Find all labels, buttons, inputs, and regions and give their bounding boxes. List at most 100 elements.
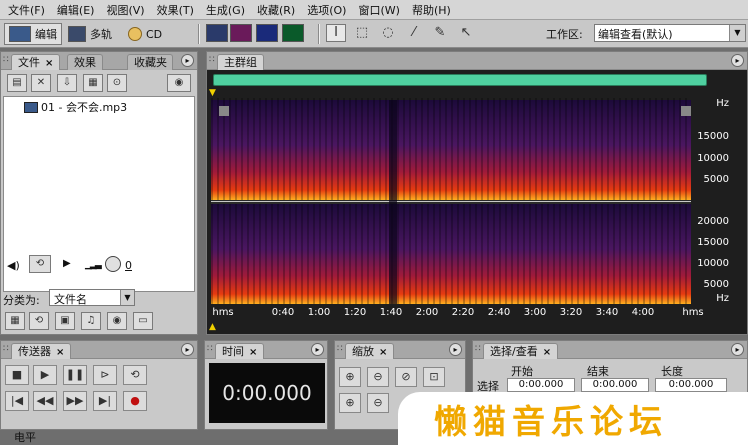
filter-video-icon[interactable]: ▣ bbox=[55, 312, 75, 330]
menu-view[interactable]: 视图(V) bbox=[100, 2, 150, 18]
loop-play-button[interactable]: ⟲ bbox=[123, 365, 147, 385]
zoom-selection-icon[interactable]: ⊡ bbox=[423, 367, 445, 387]
overview-bar[interactable] bbox=[213, 74, 707, 86]
spectral-view-button[interactable] bbox=[230, 24, 252, 42]
tab-time[interactable]: 时间 × bbox=[215, 343, 265, 359]
pause-button[interactable]: ❚❚ bbox=[63, 365, 87, 385]
time-tick: 1:00 bbox=[307, 307, 331, 318]
playhead-start-marker-icon[interactable]: ▼ bbox=[209, 88, 216, 98]
multitrack-mode-button[interactable]: 多轨 bbox=[64, 23, 116, 45]
insert-cd-icon[interactable]: ⊙ bbox=[107, 74, 127, 92]
start-handle-icon[interactable] bbox=[219, 106, 229, 116]
panel-menu-icon[interactable]: ▸ bbox=[731, 54, 744, 67]
record-button[interactable]: ● bbox=[123, 391, 147, 411]
tab-effects-label: 效果 bbox=[74, 56, 96, 69]
tab-zoom[interactable]: 缩放 × bbox=[345, 343, 395, 359]
close-icon[interactable]: × bbox=[379, 347, 387, 358]
tab-main-group[interactable]: 主群组 bbox=[217, 54, 264, 70]
tab-effects[interactable]: 效果 bbox=[67, 54, 103, 70]
close-icon[interactable]: × bbox=[56, 347, 64, 358]
cd-mode-button[interactable]: CD bbox=[124, 23, 166, 45]
fast-forward-button[interactable]: ▶▶ bbox=[63, 391, 87, 411]
tab-transport[interactable]: 传送器 × bbox=[11, 343, 72, 359]
cd-mode-label: CD bbox=[146, 27, 163, 41]
menu-favorites[interactable]: 收藏(R) bbox=[251, 2, 301, 18]
filter-midi-icon[interactable]: ♫ bbox=[81, 312, 101, 330]
rewind-button[interactable]: ◀◀ bbox=[33, 391, 57, 411]
start-header: 开始 bbox=[511, 365, 533, 378]
selection-tabstrip: ∷ 选择/查看 × ▸ bbox=[473, 341, 747, 359]
menu-help[interactable]: 帮助(H) bbox=[406, 2, 457, 18]
menu-edit[interactable]: 编辑(E) bbox=[51, 2, 101, 18]
tab-level-meters[interactable]: 电平 bbox=[0, 432, 60, 445]
edit-mode-button[interactable]: 编辑 bbox=[4, 23, 62, 45]
play-to-end-button[interactable]: ⊳ bbox=[93, 365, 117, 385]
time-unit-label: hms bbox=[212, 307, 234, 318]
import-icon[interactable]: ⇩ bbox=[57, 74, 77, 92]
menu-window[interactable]: 窗口(W) bbox=[352, 2, 405, 18]
menu-file[interactable]: 文件(F) bbox=[2, 2, 51, 18]
volume-knob[interactable] bbox=[105, 256, 121, 272]
tab-selection-view[interactable]: 选择/查看 × bbox=[483, 343, 559, 359]
panel-menu-icon[interactable]: ▸ bbox=[731, 343, 744, 356]
filter-extra-icon[interactable]: ▭ bbox=[133, 312, 153, 330]
panel-menu-icon[interactable]: ▸ bbox=[181, 54, 194, 67]
close-icon[interactable]: × bbox=[543, 347, 551, 358]
panel-menu-icon[interactable]: ▸ bbox=[181, 343, 194, 356]
filter-audio-icon[interactable]: ▦ bbox=[5, 312, 25, 330]
chevron-down-icon: ▼ bbox=[120, 290, 134, 305]
play-button[interactable]: ▶ bbox=[33, 365, 57, 385]
marquee-tool[interactable]: ⬚ bbox=[352, 24, 372, 42]
zoom-in-horizontal-icon[interactable]: ⊕ bbox=[339, 367, 361, 387]
stop-button[interactable]: ■ bbox=[5, 365, 29, 385]
time-tick: 2:40 bbox=[487, 307, 511, 318]
filter-loop-icon[interactable]: ⟲ bbox=[29, 312, 49, 330]
selection-end-field[interactable]: 0:00.000 bbox=[581, 378, 649, 392]
time-selection-tool[interactable]: I bbox=[326, 24, 346, 42]
sort-select[interactable]: 文件名 ▼ bbox=[49, 289, 135, 306]
tab-files[interactable]: 文件 × bbox=[11, 54, 61, 70]
waveform-icon bbox=[9, 26, 31, 42]
selection-start-field[interactable]: 0:00.000 bbox=[507, 378, 575, 392]
zoom-out-vertical-icon[interactable]: ⊖ bbox=[367, 393, 389, 413]
workspace-select[interactable]: 编辑查看(默认) ▼ bbox=[594, 24, 746, 42]
selection-length-field[interactable]: 0:00.000 bbox=[655, 378, 727, 392]
multitrack-icon bbox=[68, 26, 86, 42]
close-icon[interactable]: × bbox=[249, 347, 257, 358]
close-icon[interactable]: × bbox=[45, 58, 53, 69]
zoom-out-full-icon[interactable]: ⊘ bbox=[395, 367, 417, 387]
file-list-item[interactable]: 01 - 会不会.mp3 bbox=[24, 99, 127, 115]
end-handle-icon[interactable] bbox=[681, 106, 691, 116]
close-file-icon[interactable]: ✕ bbox=[31, 74, 51, 92]
panel-menu-icon[interactable]: ▸ bbox=[449, 343, 462, 356]
phase-view-button[interactable] bbox=[282, 24, 304, 42]
insert-multitrack-icon[interactable]: ▦ bbox=[83, 74, 103, 92]
menu-options[interactable]: 选项(O) bbox=[301, 2, 352, 18]
spectral-display[interactable] bbox=[211, 98, 691, 304]
pan-view-button[interactable] bbox=[256, 24, 278, 42]
menu-bar: 文件(F) 编辑(E) 视图(V) 效果(T) 生成(G) 收藏(R) 选项(O… bbox=[0, 0, 748, 20]
lasso-tool[interactable]: ◌ bbox=[378, 24, 398, 42]
menu-effects[interactable]: 效果(T) bbox=[151, 2, 200, 18]
time-tick: 4:00 bbox=[631, 307, 655, 318]
healing-tool[interactable]: ✎ bbox=[430, 24, 450, 42]
go-to-start-button[interactable]: |◀ bbox=[5, 391, 29, 411]
tab-selection-view-label: 选择/查看 bbox=[490, 345, 538, 358]
play-icon[interactable]: ▶ bbox=[63, 258, 71, 269]
loop-icon[interactable]: ⟲ bbox=[29, 255, 51, 273]
speaker-icon[interactable]: ◀) bbox=[7, 259, 20, 272]
zoom-out-horizontal-icon[interactable]: ⊖ bbox=[367, 367, 389, 387]
playhead-end-marker-icon[interactable]: ▲ bbox=[209, 322, 216, 332]
menu-generate[interactable]: 生成(G) bbox=[200, 2, 251, 18]
panel-menu-icon[interactable]: ▸ bbox=[311, 343, 324, 356]
open-file-icon[interactable]: ▤ bbox=[7, 74, 27, 92]
hybrid-tool[interactable]: ↖ bbox=[456, 24, 476, 42]
tab-favorites[interactable]: 收藏夹 bbox=[127, 54, 173, 70]
filter-options-icon[interactable]: ◉ bbox=[107, 312, 127, 330]
view-options-icon[interactable]: ◉ bbox=[167, 74, 191, 92]
go-to-end-button[interactable]: ▶| bbox=[93, 391, 117, 411]
time-tick: 2:20 bbox=[451, 307, 475, 318]
brush-tool[interactable]: ⁄ bbox=[404, 24, 424, 42]
waveform-view-button[interactable] bbox=[206, 24, 228, 42]
zoom-in-vertical-icon[interactable]: ⊕ bbox=[339, 393, 361, 413]
